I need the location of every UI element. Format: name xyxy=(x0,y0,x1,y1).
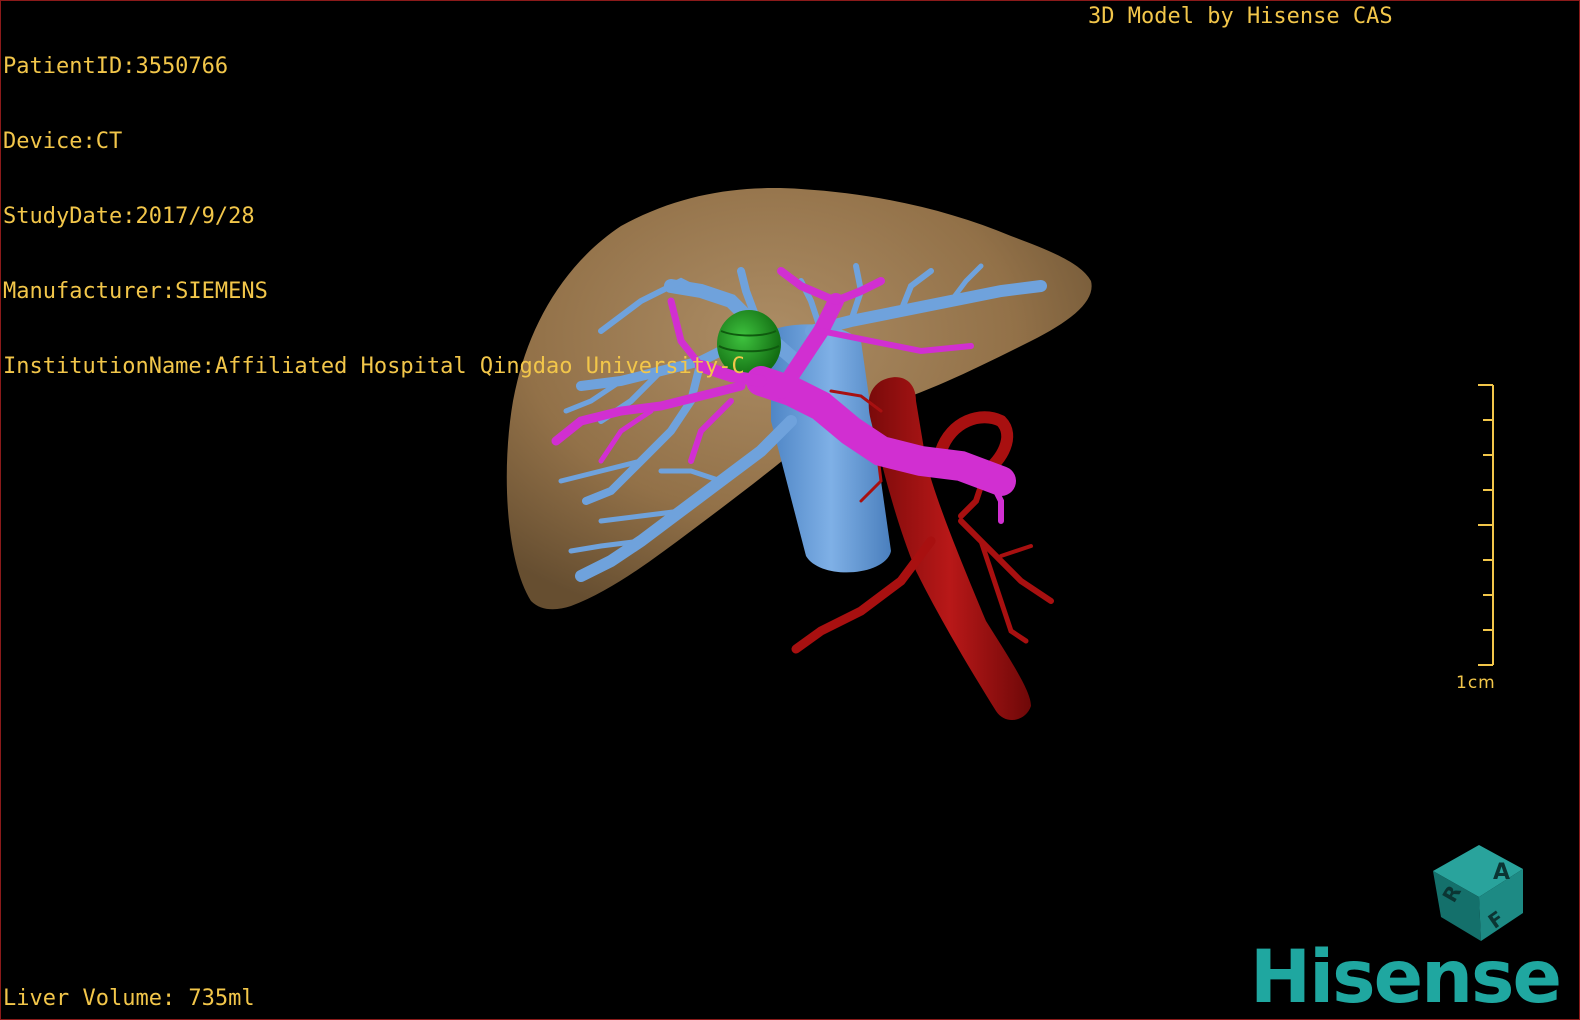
patient-id: PatientID:3550766 xyxy=(3,54,229,79)
institution-name: InstitutionName:Affiliated Hospital Qing… xyxy=(3,354,745,379)
hisense-logo: Hisense xyxy=(1250,935,1562,1020)
model-credit: 3D Model by Hisense CAS xyxy=(1088,4,1393,29)
device: Device:CT xyxy=(3,129,123,154)
study-date: StudyDate:2017/9/28 xyxy=(3,204,255,229)
3d-viewport[interactable]: A R F PatientID:3550766 Device:CT StudyD… xyxy=(0,0,1580,1020)
patient-info-overlay: PatientID:3550766 Device:CT StudyDate:20… xyxy=(3,4,745,429)
liver-volume: Liver Volume: 735ml xyxy=(3,986,255,1011)
orientation-cube[interactable]: A R F xyxy=(1433,845,1523,941)
scale-bar-label: 1cm xyxy=(1456,673,1496,693)
manufacturer: Manufacturer:SIEMENS xyxy=(3,279,268,304)
scale-bar xyxy=(1478,384,1494,666)
cube-label-a: A xyxy=(1493,860,1510,885)
